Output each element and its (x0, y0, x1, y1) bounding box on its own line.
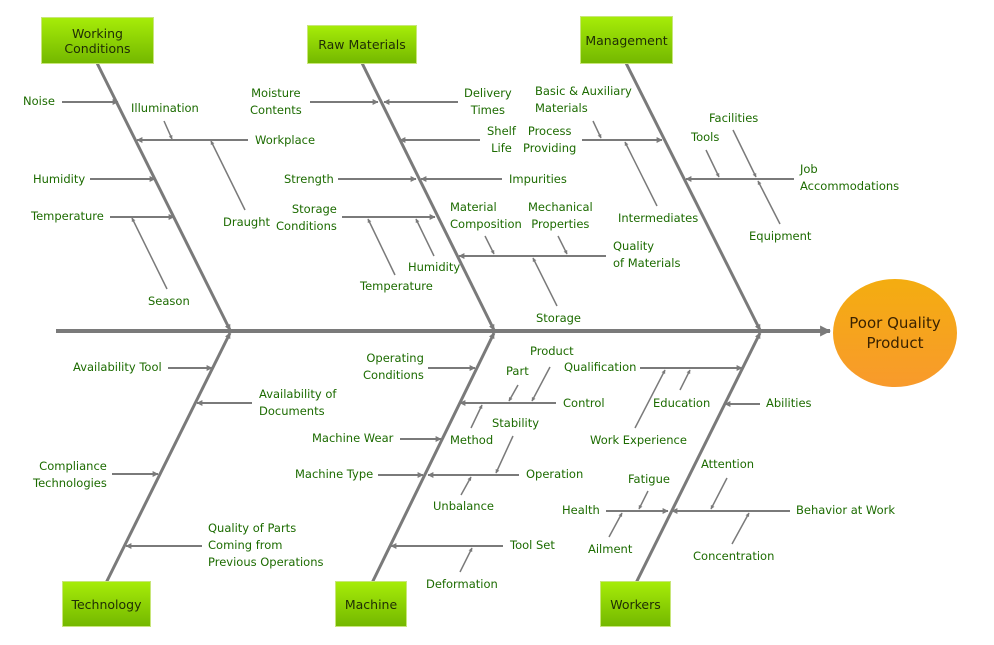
cause-qualification: Qualification (564, 360, 637, 374)
sub-line-mechanical-properties (557, 235, 568, 255)
cause-machine-type: Machine Type (295, 467, 374, 481)
cause-abilities: Abilities (766, 396, 812, 410)
category-management: Management (580, 16, 673, 64)
cause-machine-wear: Machine Wear (312, 431, 394, 445)
cause-operating-conditions: Operating Conditions (363, 351, 424, 382)
effect-poor-quality-product: Poor Quality Product (833, 279, 957, 387)
sub-line-attention (710, 477, 728, 510)
sub-line-product (531, 366, 551, 402)
cause-method: Method (450, 433, 494, 447)
cause-storage: Storage (536, 311, 581, 325)
cause-strength: Strength (284, 172, 334, 186)
cause-draught: Draught (223, 215, 271, 229)
sub-line-part (508, 384, 519, 402)
sub-line-storage (532, 257, 558, 307)
sub-line-stability (495, 435, 514, 474)
sub-line-intermediates (624, 141, 658, 207)
sub-line-tools (705, 149, 720, 178)
cause-equipment: Equipment (749, 229, 812, 243)
cause-compliance-technologies: Compliance Technologies (33, 459, 107, 490)
cause-season: Season (148, 294, 190, 308)
sub-line-material-composition (484, 235, 495, 255)
cause-rm-humidity: Humidity (408, 260, 461, 274)
sub-line-illumination (163, 120, 173, 140)
cause-product: Product (530, 344, 574, 358)
cause-mechanical-properties: Mechanical Properties (528, 200, 593, 231)
sub-line-education (679, 369, 691, 391)
cause-behavior-at-work: Behavior at Work (796, 503, 896, 517)
cause-fatigue: Fatigue (628, 472, 670, 486)
cause-tools: Tools (691, 130, 720, 144)
sub-line-basic-materials (592, 120, 602, 139)
cause-intermediates: Intermediates (618, 211, 699, 225)
sub-line-fatigue (638, 490, 649, 510)
sub-line-rm-humidity (415, 218, 435, 257)
cause-workplace: Workplace (255, 133, 316, 147)
cause-moisture-contents: Moisture Contents (250, 86, 302, 117)
sub-line-deformation (459, 547, 473, 573)
sub-line-draught (210, 140, 246, 211)
cause-facilities: Facilities (709, 111, 759, 125)
cause-delivery-times: Delivery Times (464, 86, 512, 117)
cause-impurities: Impurities (509, 172, 567, 186)
cause-work-experience: Work Experience (590, 433, 687, 447)
sub-line-equipment (757, 180, 781, 225)
sub-line-unbalance (460, 476, 472, 496)
sub-line-facilities (732, 129, 757, 178)
cause-part: Part (506, 364, 529, 378)
sub-line-method (470, 404, 483, 429)
category-machine: Machine (335, 581, 407, 627)
cause-noise: Noise (23, 94, 55, 108)
cause-material-composition: Material Composition (450, 200, 522, 231)
cause-health: Health (562, 503, 600, 517)
cause-deformation: Deformation (426, 577, 498, 591)
cause-operation: Operation (526, 467, 584, 481)
bone-management (624, 62, 762, 331)
category-workers: Workers (600, 581, 671, 627)
cause-tool-set: Tool Set (510, 538, 555, 552)
cause-process-providing: Process Providing (523, 124, 577, 155)
cause-ailment: Ailment (588, 542, 633, 556)
cause-unbalance: Unbalance (433, 499, 494, 513)
cause-stability: Stability (492, 416, 540, 430)
cause-basic-auxiliary-materials: Basic & Auxiliary Materials (535, 84, 632, 115)
cause-rm-temperature: Temperature (360, 279, 433, 293)
cause-illumination: Illumination (131, 101, 199, 115)
cause-storage-conditions: Storage Conditions (276, 202, 337, 233)
category-technology: Technology (62, 581, 151, 627)
category-raw-materials: Raw Materials (307, 25, 417, 64)
category-working-conditions: Working Conditions (41, 17, 154, 64)
cause-temperature-wc: Temperature (31, 209, 104, 223)
cause-humidity-wc: Humidity (33, 172, 86, 186)
cause-education: Education (653, 396, 711, 410)
sub-line-rm-temperature (367, 218, 396, 276)
cause-job-accommodations: Job Accommodations (800, 162, 900, 193)
cause-shelf-life: Shelf Life (487, 124, 516, 155)
cause-control: Control (563, 396, 605, 410)
cause-quality-of-parts: Quality of Parts Coming from Previous Op… (208, 521, 324, 569)
sub-line-ailment (608, 512, 623, 538)
cause-concentration: Concentration (693, 549, 775, 563)
cause-attention: Attention (701, 457, 755, 471)
cause-availability-tool: Availability Tool (73, 360, 162, 374)
cause-quality-of-materials: Quality of Materials (613, 239, 681, 270)
sub-line-concentration (731, 512, 750, 545)
cause-availability-of-documents: Availability of Documents (259, 387, 337, 418)
sub-line-season (131, 217, 168, 290)
